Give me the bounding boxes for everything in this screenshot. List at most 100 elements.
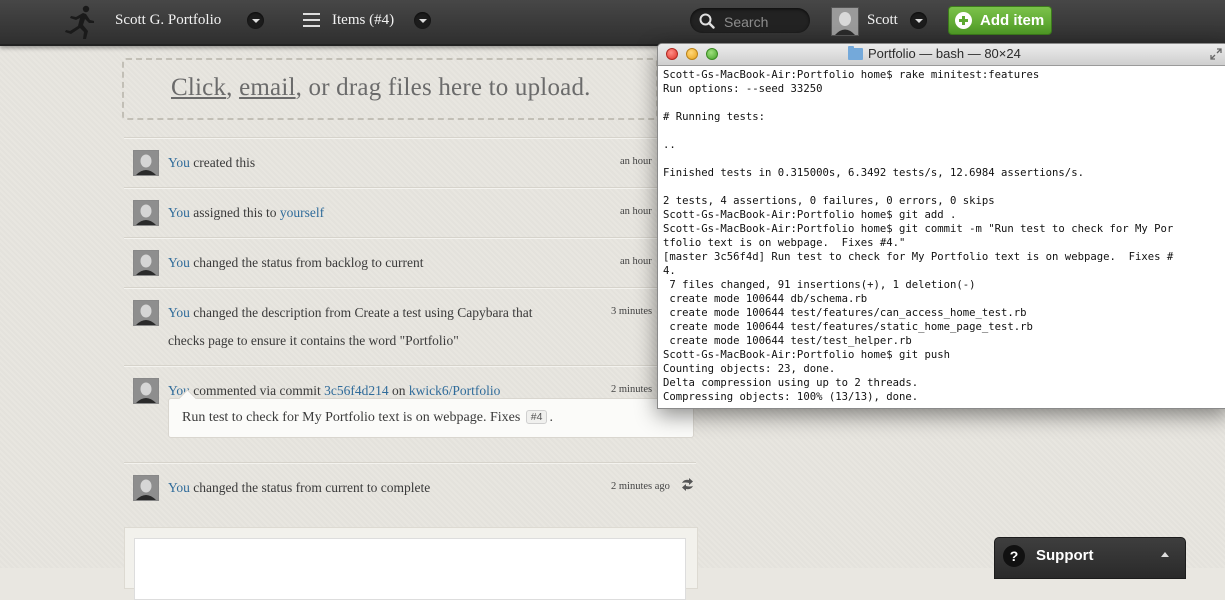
activity-description: changed the status from current to compl…	[189, 480, 431, 495]
avatar[interactable]	[133, 378, 159, 404]
terminal-line: # Running tests:	[663, 111, 766, 123]
terminal-line: 2 tests, 4 assertions, 0 failures, 0 err…	[663, 195, 995, 207]
minimize-window-button[interactable]	[686, 48, 698, 60]
terminal-line: Run options: --seed 33250	[663, 83, 823, 95]
avatar[interactable]	[831, 7, 859, 36]
zoom-window-button[interactable]	[706, 48, 718, 60]
commit-message-text: Run test to check for My Portfolio text …	[182, 410, 521, 425]
upload-dropzone[interactable]: Click, email, or drag files here to uplo…	[122, 58, 658, 120]
upload-separator: ,	[226, 74, 240, 101]
activity-text: You assigned this to yourself	[168, 205, 324, 221]
terminal-output[interactable]: Scott-Gs-MacBook-Air:Portfolio home$ rak…	[663, 68, 1225, 408]
activity-item: You changed the status from current to c…	[124, 462, 696, 513]
terminal-line: Delta compression using up to 2 threads.	[663, 377, 919, 389]
timestamp: 2 minutes	[611, 384, 653, 395]
terminal-line: 7 files changed, 91 insertions(+), 1 del…	[663, 279, 976, 291]
fullscreen-icon[interactable]	[1210, 48, 1222, 60]
portfolio-title[interactable]: Scott G. Portfolio	[115, 12, 221, 29]
items-label[interactable]: Items (#4)	[332, 12, 394, 29]
support-widget[interactable]: ? Support	[994, 537, 1186, 579]
activity-description: assigned this to	[189, 205, 280, 220]
timestamp: an hour	[620, 256, 652, 267]
activity-text: You commented via commit 3c56f4d214 on k…	[168, 383, 500, 399]
activity-text: You changed the description from Create …	[168, 305, 533, 321]
folder-icon	[848, 46, 863, 60]
activity-description: changed the description from Create a te…	[189, 305, 533, 320]
terminal-title: Portfolio — bash — 80×24	[868, 46, 1021, 61]
upload-instructions: , or drag files here to upload.	[295, 74, 591, 101]
timestamp: 3 minutes	[611, 306, 653, 317]
assignee-link[interactable]: yourself	[280, 205, 324, 220]
avatar[interactable]	[133, 475, 159, 501]
commit-message-card: Run test to check for My Portfolio text …	[168, 398, 694, 438]
timestamp: an hour	[620, 156, 652, 167]
user-dropdown-button[interactable]	[910, 12, 927, 29]
add-item-label: Add item	[980, 12, 1045, 29]
close-window-button[interactable]	[666, 48, 678, 60]
click-upload-link[interactable]: Click	[171, 74, 226, 101]
terminal-line: create mode 100644 test/features/can_acc…	[663, 307, 1027, 319]
terminal-line: Finished tests in 0.315000s, 6.3492 test…	[663, 167, 1084, 179]
avatar[interactable]	[133, 250, 159, 276]
commit-message-end: .	[549, 410, 553, 425]
activity-text: You created this	[168, 155, 255, 171]
commit-message: Run test to check for My Portfolio text …	[182, 410, 553, 426]
activity-description: created this	[189, 155, 256, 170]
comment-input[interactable]	[134, 538, 686, 600]
avatar[interactable]	[133, 300, 159, 326]
terminal-line: Scott-Gs-MacBook-Air:Portfolio home$ git…	[663, 209, 957, 221]
repo-link[interactable]: kwick6/Portfolio	[409, 383, 501, 398]
timestamp: 2 minutes ago	[611, 481, 670, 492]
terminal-line: Compressing objects: 100% (13/13), done.	[663, 391, 919, 403]
terminal-line: Scott-Gs-MacBook-Air:Portfolio home$ git…	[663, 349, 951, 361]
actor-link[interactable]: You	[168, 255, 190, 270]
help-icon: ?	[1003, 545, 1025, 567]
search-icon	[699, 13, 715, 29]
sync-icon	[682, 478, 693, 491]
upload-text: Click, email, or drag files here to uplo…	[171, 74, 591, 102]
chevron-up-icon	[1161, 552, 1169, 557]
add-item-button[interactable]: Add item	[948, 6, 1052, 35]
terminal-line: create mode 100644 db/schema.rb	[663, 293, 868, 305]
avatar[interactable]	[133, 200, 159, 226]
actor-link[interactable]: You	[168, 155, 190, 170]
activity-text: You changed the status from current to c…	[168, 480, 430, 496]
actor-link[interactable]: You	[168, 305, 190, 320]
commit-link[interactable]: 3c56f4d214	[324, 383, 389, 398]
issue-badge[interactable]: #4	[525, 410, 548, 424]
activity-item: You changed the status from backlog to c…	[124, 237, 696, 288]
search-input[interactable]	[722, 11, 808, 32]
actor-link[interactable]: You	[168, 205, 190, 220]
terminal-line: tfolio text is on webpage. Fixes #4."	[663, 237, 906, 249]
terminal-line: Counting objects: 23, done.	[663, 363, 836, 375]
comment-card	[124, 527, 698, 600]
items-dropdown-button[interactable]	[414, 12, 431, 29]
terminal-line: 4.	[663, 265, 676, 277]
email-upload-link[interactable]: email	[239, 74, 296, 101]
avatar[interactable]	[133, 150, 159, 176]
activity-text: You changed the status from backlog to c…	[168, 255, 423, 271]
terminal-line: Scott-Gs-MacBook-Air:Portfolio home$ git…	[663, 223, 1174, 235]
user-name[interactable]: Scott	[867, 12, 898, 29]
portfolio-dropdown-button[interactable]	[247, 12, 264, 29]
activity-item: You created this an hour	[124, 137, 696, 188]
timestamp: an hour	[620, 206, 652, 217]
activity-connector: on	[388, 383, 409, 398]
top-navigation-bar: Scott G. Portfolio Items (#4) Scott Add …	[0, 0, 1225, 46]
terminal-titlebar[interactable]: Portfolio — bash — 80×24	[658, 44, 1225, 66]
search-box[interactable]	[690, 8, 810, 33]
list-icon	[303, 13, 320, 27]
support-label: Support	[1036, 547, 1094, 564]
actor-link[interactable]: You	[168, 480, 190, 495]
terminal-line: Scott-Gs-MacBook-Air:Portfolio home$ rak…	[663, 69, 1040, 81]
activity-item: You changed the description from Create …	[124, 287, 696, 366]
terminal-window[interactable]: Portfolio — bash — 80×24 Scott-Gs-MacBoo…	[657, 43, 1225, 409]
plus-circle-icon	[955, 12, 972, 29]
activity-item: You commented via commit 3c56f4d214 on k…	[124, 365, 696, 463]
activity-description: commented via commit	[189, 383, 325, 398]
runner-logo-icon[interactable]	[62, 4, 96, 40]
